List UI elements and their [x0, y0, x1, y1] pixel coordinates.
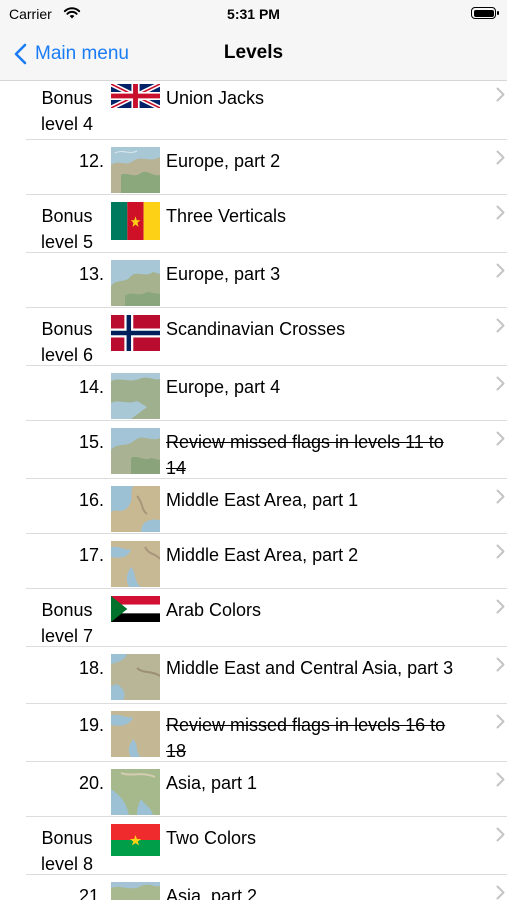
status-bar: Carrier 5:31 PM: [0, 0, 507, 30]
level-title: Three Verticals: [166, 206, 287, 226]
level-row-19[interactable]: 19. Review missed flags in levels 16 to …: [0, 704, 507, 762]
level-number: 13.: [78, 264, 104, 284]
level-number: 12.: [78, 151, 104, 171]
level-title: Middle East Area, part 1: [166, 490, 359, 510]
map-middle-east-icon: [111, 541, 160, 587]
bonus-label: Bonus level 8: [40, 828, 94, 874]
level-title: Asia, part 2: [166, 886, 258, 900]
clock: 5:31 PM: [227, 6, 280, 22]
flag-cameroon-icon: [111, 202, 160, 240]
level-row-12[interactable]: 12. Europe, part 2: [0, 140, 507, 195]
level-row-14[interactable]: 14. Europe, part 4: [0, 366, 507, 421]
level-row-bonus-7[interactable]: Bonus level 7 Arab Colors: [0, 589, 507, 647]
chevron-right-icon: [496, 714, 505, 729]
level-title: Review missed flags in levels 16 to 18: [166, 715, 446, 761]
map-europe-icon: [111, 373, 160, 419]
bonus-label: Bonus level 4: [40, 88, 94, 134]
flag-sudan-icon: [111, 596, 160, 622]
chevron-right-icon: [496, 376, 505, 391]
level-number: 16.: [78, 490, 104, 510]
chevron-right-icon: [496, 827, 505, 842]
level-row-16[interactable]: 16. Middle East Area, part 1: [0, 479, 507, 534]
level-number: 20.: [78, 773, 104, 793]
battery-icon: [471, 7, 499, 19]
level-number: 21.: [78, 886, 104, 900]
map-middle-east-icon: [111, 654, 160, 700]
chevron-right-icon: [496, 318, 505, 333]
level-number: 19.: [78, 715, 104, 735]
page-title: Levels: [223, 42, 284, 63]
level-row-bonus-8[interactable]: Bonus level 8 Two Colors: [0, 817, 507, 875]
chevron-right-icon: [496, 544, 505, 559]
level-number: 15.: [78, 432, 104, 452]
chevron-right-icon: [496, 599, 505, 614]
navigation-bar: Main menu Levels: [0, 30, 507, 81]
map-middle-east-icon: [111, 486, 160, 532]
bonus-label: Bonus level 6: [40, 319, 94, 365]
level-title: Europe, part 2: [166, 151, 281, 171]
map-asia-icon: [111, 769, 160, 815]
chevron-right-icon: [496, 263, 505, 278]
level-title: Two Colors: [166, 828, 257, 848]
chevron-right-icon: [496, 885, 505, 900]
map-middle-east-icon: [111, 711, 160, 757]
chevron-right-icon: [496, 489, 505, 504]
level-row-17[interactable]: 17. Middle East Area, part 2: [0, 534, 507, 589]
chevron-right-icon: [496, 772, 505, 787]
flag-uk-icon: [111, 84, 160, 108]
level-title: Middle East Area, part 2: [166, 545, 359, 565]
level-title: Scandinavian Crosses: [166, 319, 346, 339]
level-row-20[interactable]: 20. Asia, part 1: [0, 762, 507, 817]
level-row-18[interactable]: 18. Middle East and Central Asia, part 3: [0, 647, 507, 704]
levels-list[interactable]: Bonus level 4 Union Jacks 12. Europe, pa…: [0, 81, 507, 900]
chevron-right-icon: [496, 431, 505, 446]
chevron-right-icon: [496, 150, 505, 165]
flag-burkina-faso-icon: [111, 824, 160, 856]
level-number: 14.: [78, 377, 104, 397]
level-title: Middle East and Central Asia, part 3: [166, 658, 454, 678]
level-title: Asia, part 1: [166, 773, 258, 793]
level-title: Review missed flags in levels 11 to 14: [166, 432, 444, 478]
chevron-right-icon: [496, 205, 505, 220]
level-number: 17.: [78, 545, 104, 565]
bonus-label: Bonus level 5: [40, 206, 94, 252]
level-title: Europe, part 4: [166, 377, 281, 397]
bonus-label: Bonus level 7: [40, 600, 94, 646]
level-number: 18.: [78, 658, 104, 678]
chevron-right-icon: [496, 87, 505, 102]
level-title: Arab Colors: [166, 600, 262, 620]
map-europe-icon: [111, 147, 160, 193]
map-europe-icon: [111, 428, 160, 474]
level-row-15[interactable]: 15. Review missed flags in levels 11 to …: [0, 421, 507, 479]
level-row-bonus-4[interactable]: Bonus level 4 Union Jacks: [0, 81, 507, 140]
map-asia-icon: [111, 882, 160, 900]
level-row-13[interactable]: 13. Europe, part 3: [0, 253, 507, 308]
level-row-bonus-5[interactable]: Bonus level 5 Three Verticals: [0, 195, 507, 253]
level-title: Union Jacks: [166, 88, 265, 108]
map-europe-icon: [111, 260, 160, 306]
level-row-bonus-6[interactable]: Bonus level 6 Scandinavian Crosses: [0, 308, 507, 366]
level-row-21[interactable]: 21. Asia, part 2: [0, 875, 507, 900]
chevron-right-icon: [496, 657, 505, 672]
flag-norway-icon: [111, 315, 160, 351]
level-title: Europe, part 3: [166, 264, 281, 284]
